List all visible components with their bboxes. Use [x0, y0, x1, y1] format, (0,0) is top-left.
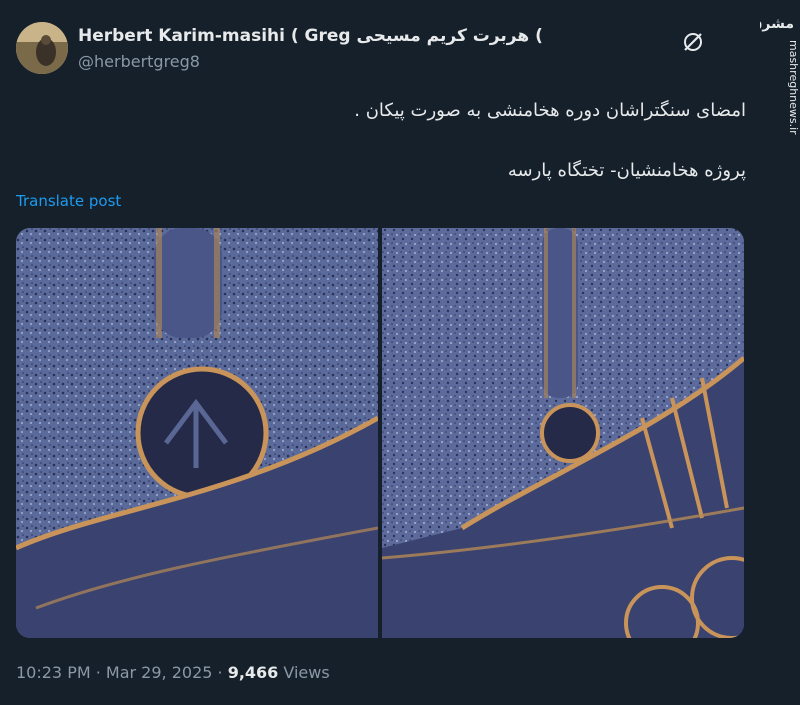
author-handle[interactable]: @herbertgreg8 [78, 52, 200, 71]
post-text-line-1: امضای سنگتراشان دوره هخامنشی به صورت پیک… [354, 100, 746, 121]
watermark: مشرق mashreghnews.ir [750, 0, 800, 135]
views-label: Views [278, 663, 330, 682]
post-meta: 10:23 PM · Mar 29, 2025 · 9,466 Views [16, 663, 330, 682]
avatar-image [16, 22, 68, 74]
photo-right[interactable] [381, 228, 744, 638]
grok-icon[interactable] [681, 30, 705, 54]
mashregh-logo-icon: مشرق [750, 16, 794, 32]
media-grid [16, 228, 744, 638]
author-name[interactable]: Herbert Karim-masihi ( Greg هربرت کریم م… [78, 26, 543, 46]
photo-left[interactable] [16, 228, 380, 638]
watermark-url: mashreghnews.ir [787, 40, 800, 135]
tweet: Herbert Karim-masihi ( Greg هربرت کریم م… [0, 0, 760, 705]
post-text-line-2: پروژه هخامنشیان- تختگاه پارسه [507, 160, 746, 181]
translate-post-link[interactable]: Translate post [16, 192, 121, 210]
view-count: 9,466 [227, 663, 279, 682]
watermark-logo-text: مشرق [760, 16, 794, 32]
post-timestamp[interactable]: 10:23 PM · Mar 29, 2025 · [16, 663, 228, 682]
avatar[interactable] [16, 22, 68, 74]
